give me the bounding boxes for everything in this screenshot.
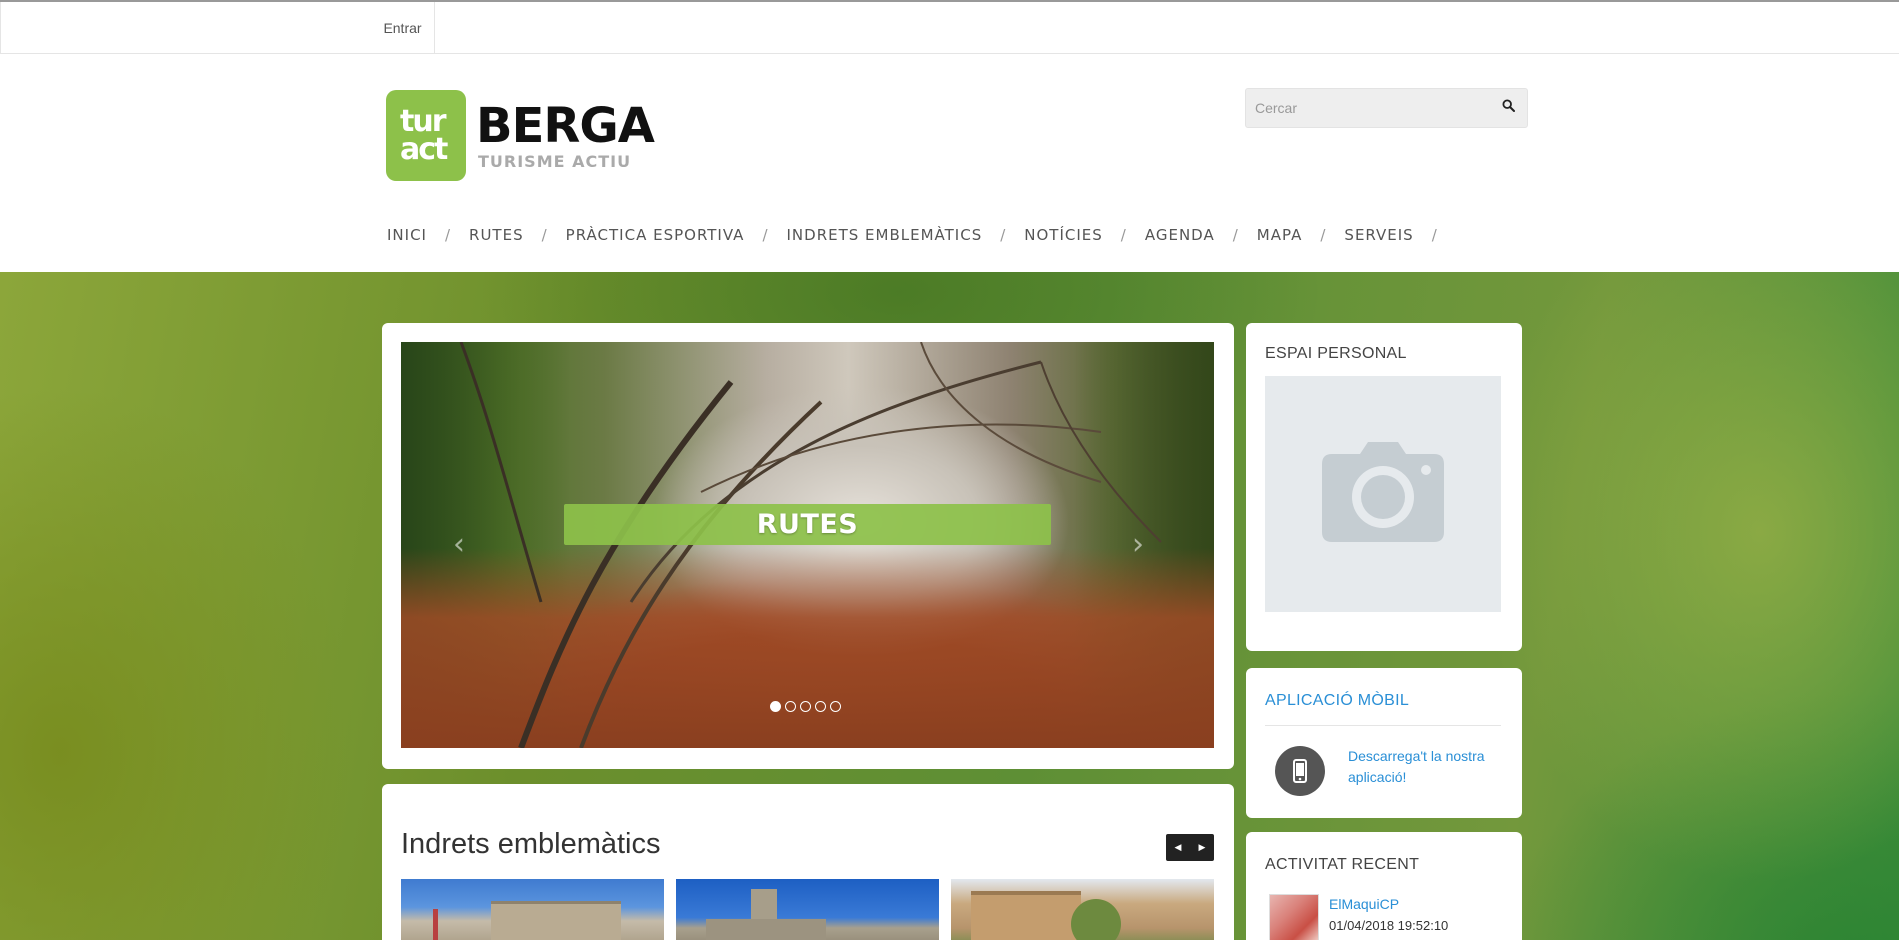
castle-ruin-image	[491, 901, 621, 940]
download-app-link[interactable]: Descarrega't la nostra aplicació!	[1348, 746, 1498, 788]
place-thumbnail[interactable]	[951, 879, 1214, 940]
places-panel: Indrets emblemàtics ◀ ▶	[382, 784, 1234, 940]
nav-item-indrets-emblematics[interactable]: INDRETS EMBLEMÀTICS	[787, 226, 983, 244]
places-next-button[interactable]: ▶	[1190, 834, 1214, 861]
slider-dot[interactable]	[815, 701, 826, 712]
panel-title: APLICACIÓ MÒBIL	[1265, 692, 1410, 709]
nav-item-serveis[interactable]: SERVEIS	[1344, 226, 1413, 244]
chevron-left-icon: ‹	[453, 527, 465, 562]
nav-item-inici[interactable]: INICI	[387, 226, 427, 244]
slider-next-button[interactable]: ›	[1123, 530, 1153, 560]
panel-title: ESPAI PERSONAL	[1265, 345, 1407, 362]
photo-placeholder[interactable]	[1265, 376, 1501, 612]
slider-panel: RUTES ‹ ›	[382, 323, 1234, 769]
site-logo[interactable]: tur act BERGA TURISME ACTIU	[386, 90, 656, 182]
search-button[interactable]	[1489, 89, 1527, 127]
slider-dot[interactable]	[770, 701, 781, 712]
place-thumbnail[interactable]	[676, 879, 939, 940]
divider	[1265, 725, 1501, 726]
avatar[interactable]	[1269, 894, 1319, 940]
logo-name: BERGA	[476, 98, 655, 154]
chevron-right-icon: ›	[1132, 527, 1144, 562]
slider-dot[interactable]	[830, 701, 841, 712]
caret-left-icon: ◀	[1174, 842, 1182, 852]
logo-badge: tur act	[386, 90, 466, 181]
top-bar-divider	[0, 2, 1, 54]
login-link[interactable]: Entrar	[371, 2, 435, 54]
nav-separator: /	[1320, 226, 1327, 244]
nav-separator: /	[762, 226, 769, 244]
nav-item-agenda[interactable]: AGENDA	[1145, 226, 1215, 244]
house-image	[971, 891, 1081, 940]
nav-item-practica-esportiva[interactable]: PRÀCTICA ESPORTIVA	[566, 226, 745, 244]
places-prev-button[interactable]: ◀	[1166, 834, 1190, 861]
nav-separator: /	[1000, 226, 1007, 244]
caret-right-icon: ▶	[1198, 842, 1206, 852]
church-building-image	[706, 919, 826, 940]
places-carousel-controls: ◀ ▶	[1166, 834, 1214, 861]
mobile-app-panel: APLICACIÓ MÒBIL Descarrega't la nostra a…	[1246, 668, 1522, 818]
recent-activity-panel: ACTIVITAT RECENT ElMaquiCP 01/04/2018 19…	[1246, 832, 1522, 940]
nav-separator: /	[1120, 226, 1127, 244]
mobile-phone-icon[interactable]	[1275, 746, 1325, 796]
nav-separator: /	[444, 226, 452, 244]
image-carousel[interactable]: RUTES ‹ ›	[401, 342, 1214, 748]
tree-image	[1071, 899, 1121, 940]
site-header: turact BERGA TURISME ACTIU INICI / RUTES…	[0, 54, 1899, 272]
activity-user-link[interactable]: ElMaquiCP	[1329, 896, 1399, 912]
panel-title: ACTIVITAT RECENT	[1265, 856, 1420, 873]
nav-item-noticies[interactable]: NOTÍCIES	[1024, 226, 1103, 244]
place-thumbnail[interactable]	[401, 879, 664, 940]
slider-dot[interactable]	[785, 701, 796, 712]
nav-item-mapa[interactable]: MAPA	[1257, 226, 1303, 244]
flag-image	[433, 909, 438, 940]
top-bar: Entrar	[0, 0, 1899, 54]
camera-icon	[1322, 441, 1444, 547]
nav-item-rutes[interactable]: RUTES	[469, 226, 524, 244]
slide-caption[interactable]: RUTES	[564, 504, 1051, 545]
search-icon	[1501, 99, 1515, 117]
personal-space-panel: ESPAI PERSONAL	[1246, 323, 1522, 651]
nav-separator: /	[541, 226, 548, 244]
section-title: Indrets emblemàtics	[401, 828, 661, 860]
activity-timestamp: 01/04/2018 19:52:10	[1329, 918, 1449, 933]
main-nav: INICI / RUTES / PRÀCTICA ESPORTIVA / IND…	[387, 220, 1456, 250]
slider-indicators	[770, 701, 841, 712]
slider-prev-button[interactable]: ‹	[444, 530, 474, 560]
slide-image-branches	[459, 342, 1162, 748]
logo-tagline: TURISME ACTIU	[478, 152, 632, 171]
nav-separator: /	[1431, 226, 1438, 244]
nav-separator: /	[1232, 226, 1239, 244]
search-box	[1245, 88, 1528, 128]
slider-dot[interactable]	[800, 701, 811, 712]
search-input[interactable]	[1246, 89, 1491, 127]
